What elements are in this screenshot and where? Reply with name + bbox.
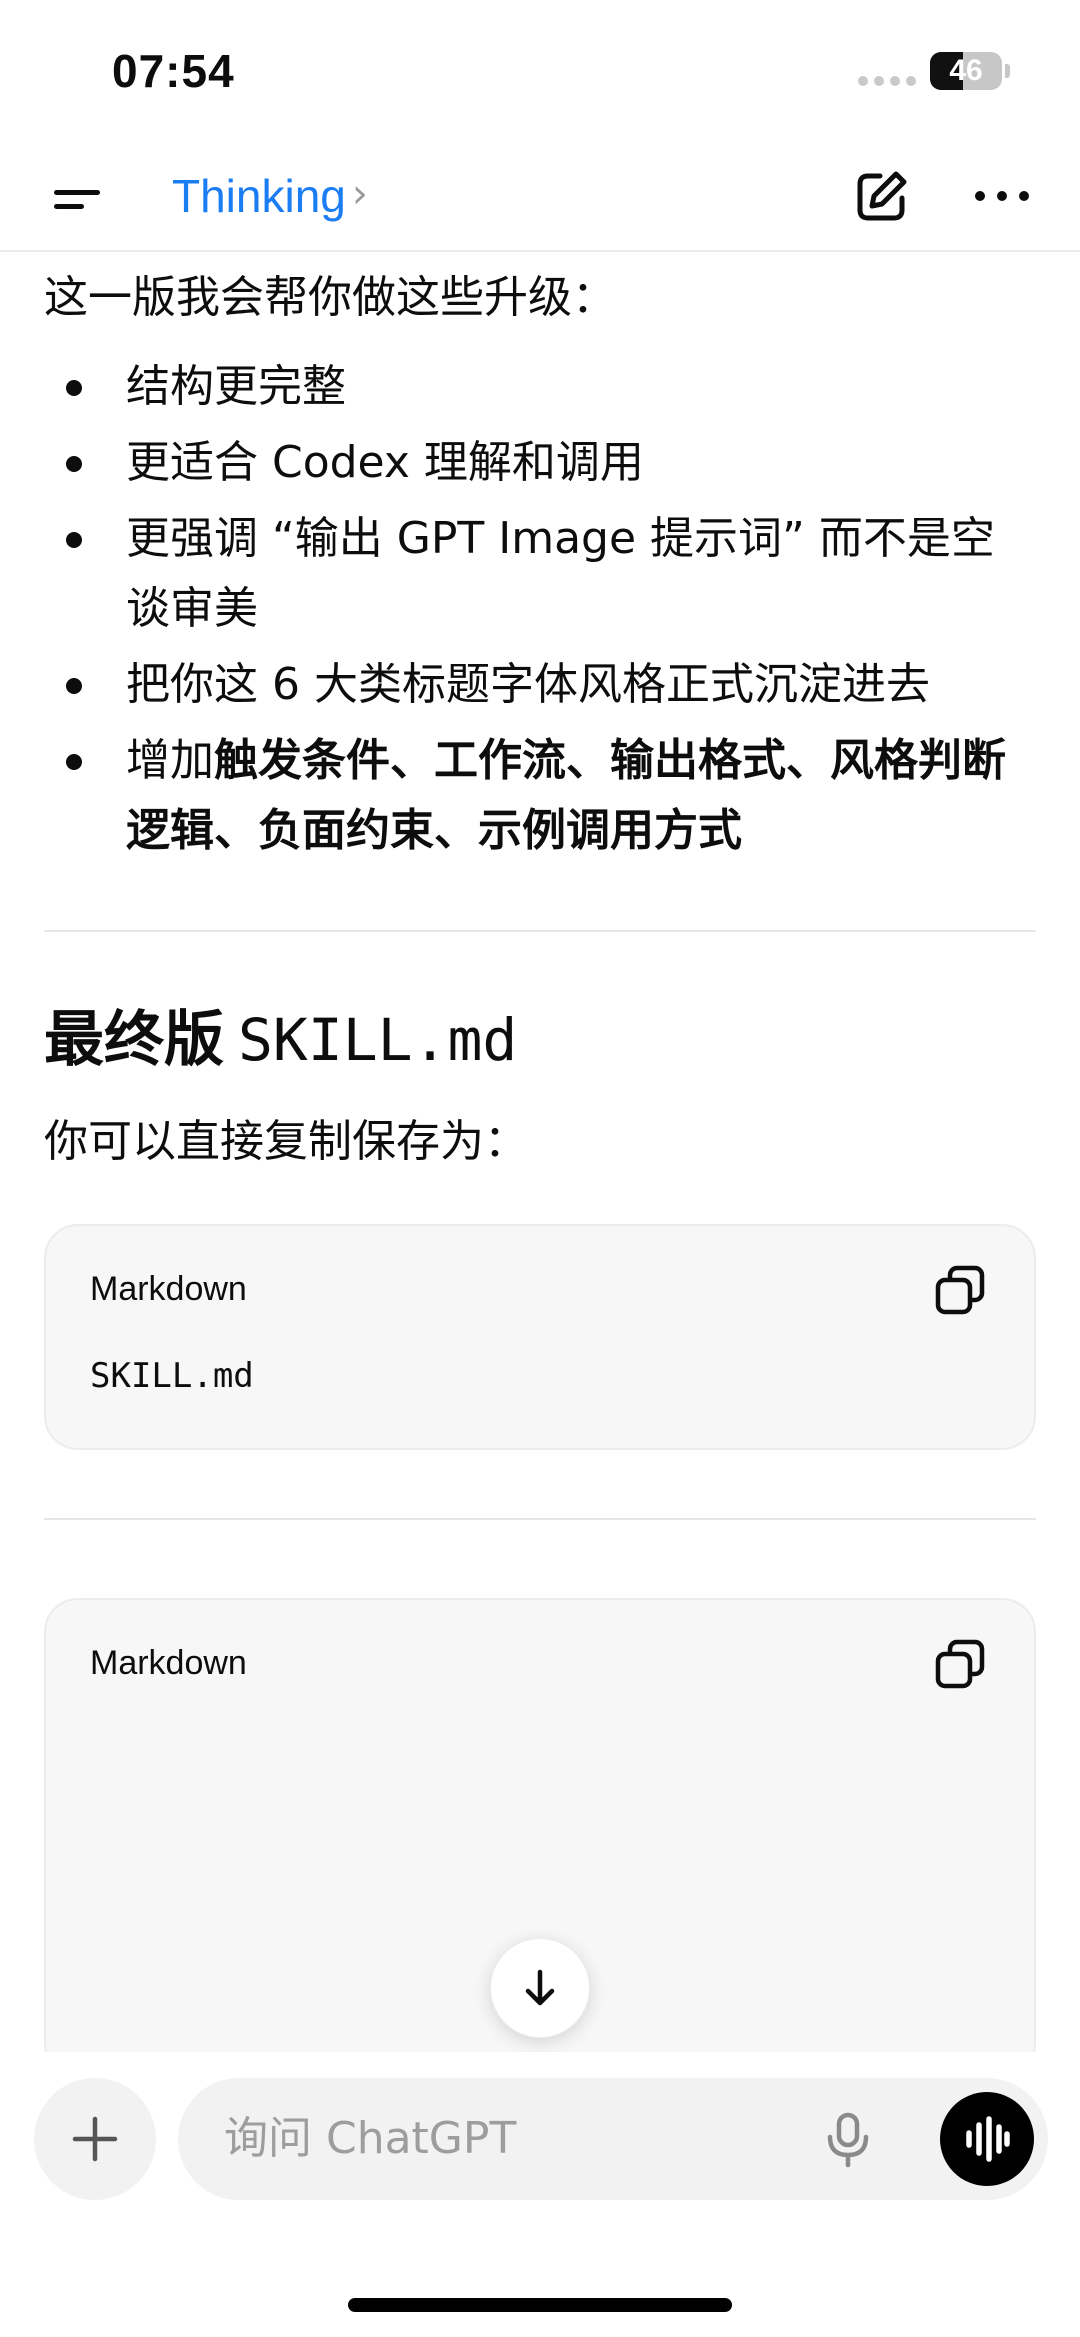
dictation-button[interactable] bbox=[818, 2109, 878, 2169]
top-navigation-bar: Thinking › bbox=[0, 140, 1080, 252]
arrow-down-icon bbox=[525, 1969, 555, 2006]
copy-icon bbox=[935, 1639, 985, 1689]
divider bbox=[44, 930, 1036, 932]
voice-mode-icon bbox=[966, 2116, 1010, 2162]
list-item: 把你这 6 大类标题字体风格正式沉淀进去 bbox=[44, 650, 1036, 720]
new-chat-button[interactable] bbox=[850, 164, 914, 228]
heading-text: 最终版 bbox=[44, 1005, 224, 1075]
menu-icon bbox=[54, 190, 100, 195]
copy-code-button[interactable] bbox=[934, 1638, 986, 1690]
status-time: 07:54 bbox=[112, 45, 235, 97]
copy-code-button[interactable] bbox=[934, 1264, 986, 1316]
code-block: Markdown SKILL.md bbox=[44, 1224, 1036, 1450]
model-selector-button[interactable]: Thinking › bbox=[172, 164, 368, 228]
battery-nub bbox=[1005, 64, 1010, 78]
copy-icon bbox=[935, 1265, 985, 1315]
battery-level: 46 bbox=[949, 54, 983, 87]
message-input[interactable]: 询问 ChatGPT bbox=[178, 2078, 1048, 2200]
list-item: 结构更完整 bbox=[44, 352, 1036, 422]
code-language-label: Markdown bbox=[90, 1270, 247, 1308]
upgrade-list: 结构更完整 更适合 Codex 理解和调用 更强调 “输出 GPT Image … bbox=[44, 352, 1036, 872]
plus-icon bbox=[72, 2116, 118, 2162]
voice-mode-button[interactable] bbox=[940, 2092, 1034, 2186]
message-intro: 这一版我会帮你做这些升级： bbox=[44, 272, 616, 323]
input-placeholder: 询问 ChatGPT bbox=[224, 2113, 517, 2164]
code-content: SKILL.md bbox=[90, 1356, 254, 1396]
list-item: 更适合 Codex 理解和调用 bbox=[44, 428, 1036, 498]
list-item: 更强调 “输出 GPT Image 提示词” 而不是空谈审美 bbox=[44, 504, 1036, 644]
code-language-label: Markdown bbox=[90, 1644, 247, 1682]
add-attachment-button[interactable] bbox=[34, 2078, 156, 2200]
more-icon bbox=[975, 191, 1029, 201]
cellular-signal-icon bbox=[858, 76, 916, 86]
home-indicator bbox=[348, 2298, 732, 2312]
list-item-bold-text: 触发条件、工作流、输出格式、风格判断逻辑、负面约束、示例调用方式 bbox=[126, 735, 1006, 856]
microphone-icon bbox=[827, 2112, 869, 2168]
model-name: Thinking bbox=[172, 170, 346, 222]
heading-code: SKILL.md bbox=[238, 1006, 518, 1074]
menu-button[interactable] bbox=[48, 168, 108, 228]
list-item-text: 增加 bbox=[126, 735, 214, 786]
more-options-button[interactable] bbox=[970, 164, 1034, 228]
menu-icon-line bbox=[54, 204, 84, 209]
scroll-to-bottom-button[interactable] bbox=[490, 1938, 590, 2038]
status-bar: 07:54 46 bbox=[0, 0, 1080, 140]
section-subtitle: 你可以直接复制保存为： bbox=[44, 1116, 528, 1167]
divider bbox=[44, 1518, 1036, 1520]
list-item-text: 更适合 Codex 理解和调用 bbox=[126, 437, 644, 488]
list-item-text: 更强调 “输出 GPT Image 提示词” 而不是空谈审美 bbox=[126, 513, 995, 634]
list-item-text: 把你这 6 大类标题字体风格正式沉淀进去 bbox=[126, 659, 930, 710]
list-item-text: 结构更完整 bbox=[126, 361, 346, 412]
chevron-right-icon: › bbox=[351, 171, 368, 217]
battery-icon: 46 bbox=[930, 52, 1002, 90]
section-heading: 最终版 SKILL.md bbox=[44, 1000, 517, 1080]
list-item: 增加触发条件、工作流、输出格式、风格判断逻辑、负面约束、示例调用方式 bbox=[44, 726, 1036, 866]
new-chat-icon bbox=[857, 171, 907, 221]
